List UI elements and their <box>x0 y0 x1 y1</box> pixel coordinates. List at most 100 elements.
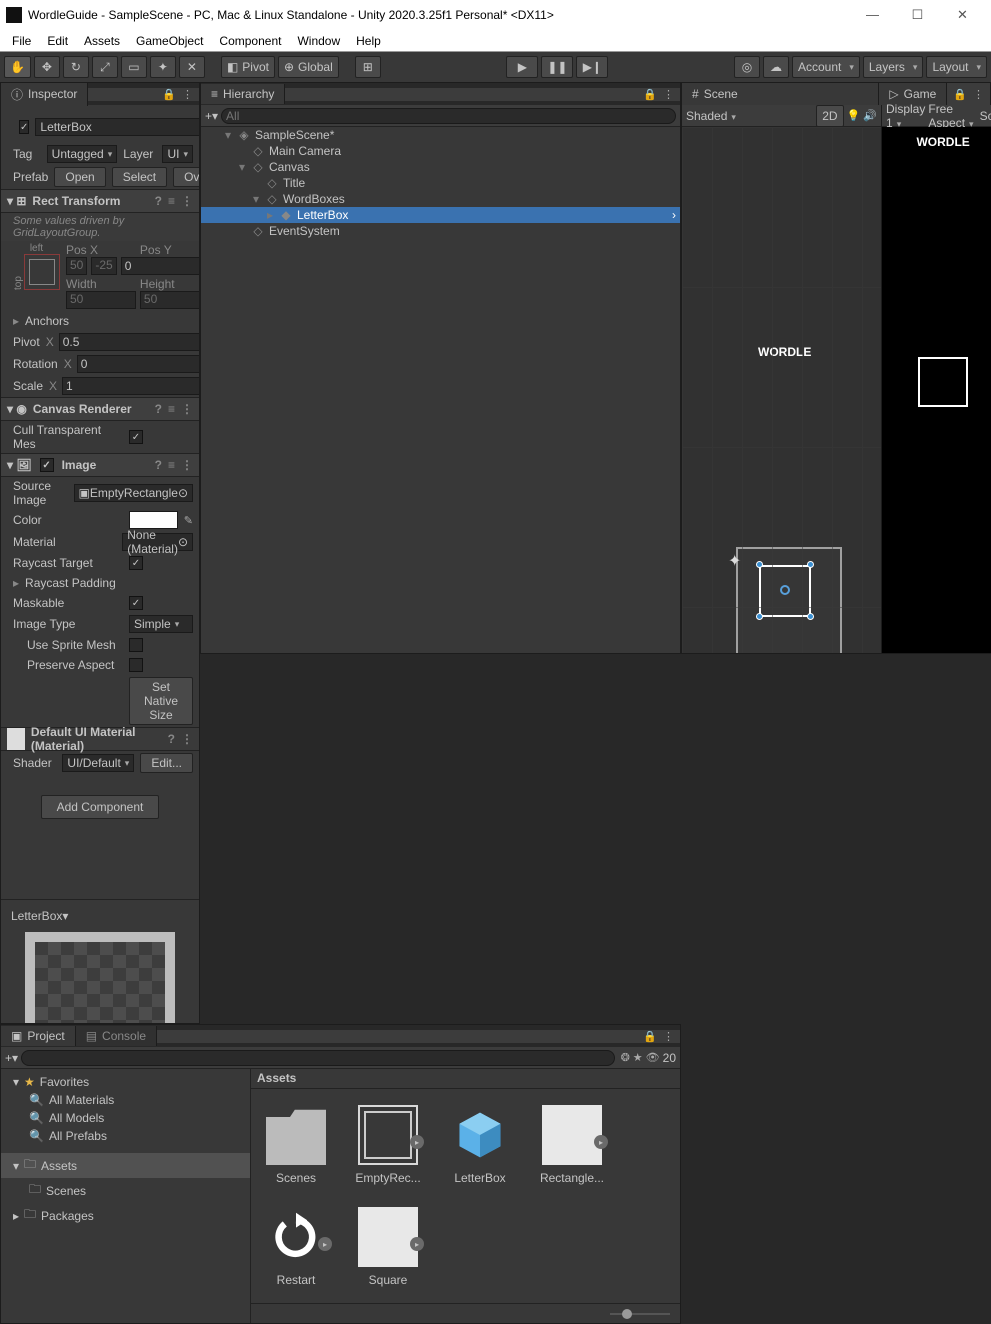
transform-tool-button[interactable]: ✦ <box>150 56 176 78</box>
pause-button[interactable]: ❚❚ <box>541 56 573 78</box>
rect-tool-button[interactable]: ▭ <box>121 56 147 78</box>
project-breadcrumb[interactable]: Assets <box>251 1069 680 1089</box>
height-input[interactable]: 50 <box>140 291 199 309</box>
menu-file[interactable]: File <box>6 32 37 50</box>
scale-tool-button[interactable]: ⤢ <box>92 56 118 78</box>
rect-transform-header[interactable]: ▾ ⊞ Rect Transform ?≡⋮ <box>1 189 199 213</box>
lock-icon[interactable]: 🔒 <box>162 88 176 101</box>
asset-item[interactable]: Scenes <box>261 1105 331 1185</box>
help-icon[interactable]: ? <box>155 194 162 208</box>
shaded-dropdown[interactable]: Shaded <box>686 109 736 123</box>
preset-icon[interactable]: ≡ <box>168 194 175 208</box>
scenes-folder-row[interactable]: 🗀Scenes <box>1 1178 250 1203</box>
aspect-dropdown[interactable]: Free Aspect <box>928 102 973 130</box>
snap-button[interactable]: ⊞ <box>355 56 381 78</box>
hierarchy-row[interactable]: ▸◆LetterBox› <box>201 207 680 223</box>
scene-view[interactable]: WORDLE ✦ <box>682 127 881 653</box>
collab-button[interactable]: ◎ <box>734 56 760 78</box>
menu-icon[interactable]: ⋮ <box>182 88 193 101</box>
asset-item[interactable]: ▸Rectangle... <box>537 1105 607 1185</box>
lock-icon[interactable]: 🔒 <box>643 1030 657 1043</box>
posz-input[interactable] <box>121 257 199 275</box>
scene-tab[interactable]: # Scene <box>682 83 879 105</box>
color-field[interactable] <box>129 511 178 529</box>
packages-folder-row[interactable]: ▸🗀Packages <box>1 1203 250 1228</box>
play-button[interactable]: ▶ <box>506 56 538 78</box>
hierarchy-tree[interactable]: ▾◈SampleScene*◇Main Camera▾◇Canvas◇Title… <box>201 127 680 653</box>
posy-input[interactable]: -25 <box>91 257 116 275</box>
tag-dropdown[interactable]: Untagged <box>47 145 118 163</box>
object-name-input[interactable] <box>35 118 199 136</box>
project-assets-grid[interactable]: Scenes ▸EmptyRec... LetterBox ▸Rectangle...… <box>251 1089 680 1303</box>
game-view[interactable]: WORDLE <box>882 127 991 653</box>
pivot-x-input[interactable] <box>59 333 199 351</box>
menu-assets[interactable]: Assets <box>78 32 126 50</box>
hierarchy-row[interactable]: ▾◇Canvas <box>201 159 680 175</box>
add-button[interactable]: +▾ <box>5 1051 18 1065</box>
move-tool-button[interactable]: ✥ <box>34 56 60 78</box>
active-checkbox[interactable]: ✓ <box>19 120 29 134</box>
layer-dropdown[interactable]: UI <box>162 145 193 163</box>
hidden-icon[interactable]: 👁 <box>646 1051 660 1064</box>
rotate-tool-button[interactable]: ↻ <box>63 56 89 78</box>
global-button[interactable]: ⊕Global <box>278 56 339 78</box>
preset-icon[interactable]: ≡ <box>168 458 175 472</box>
prefab-select-button[interactable]: Select <box>112 167 167 187</box>
all-models-row[interactable]: 🔍All Models <box>1 1109 250 1127</box>
menu-icon[interactable]: ⋮ <box>181 194 193 208</box>
asset-item[interactable]: ▸EmptyRec... <box>353 1105 423 1185</box>
set-native-size-button[interactable]: Set Native Size <box>129 677 193 725</box>
console-tab[interactable]: ▤ Console <box>76 1026 157 1046</box>
canvas-renderer-header[interactable]: ▾ ◉ Canvas Renderer ?≡⋮ <box>1 397 199 421</box>
menu-component[interactable]: Component <box>213 32 287 50</box>
hierarchy-row[interactable]: ▾◈SampleScene* <box>201 127 680 143</box>
posx-input[interactable]: 50 <box>66 257 87 275</box>
raycast-padding-fold[interactable]: ▸ <box>13 576 19 590</box>
add-button[interactable]: +▾ <box>205 109 218 123</box>
image-header[interactable]: ▾ 🖼 ✓Image ?≡⋮ <box>1 453 199 477</box>
asset-item[interactable]: LetterBox <box>445 1105 515 1185</box>
menu-help[interactable]: Help <box>350 32 387 50</box>
step-button[interactable]: ▶❙ <box>576 56 608 78</box>
help-icon[interactable]: ? <box>155 458 162 472</box>
thumbnail-size-slider[interactable] <box>251 1303 680 1323</box>
menu-window[interactable]: Window <box>291 32 346 50</box>
edit-shader-button[interactable]: Edit... <box>140 753 193 773</box>
hierarchy-search-input[interactable] <box>221 108 676 124</box>
help-icon[interactable]: ? <box>155 402 162 416</box>
lock-icon[interactable]: 🔒 <box>953 88 967 101</box>
lock-icon[interactable]: 🔒 <box>643 88 657 101</box>
menu-icon[interactable]: ⋮ <box>181 402 193 416</box>
hierarchy-row[interactable]: ◇EventSystem <box>201 223 680 239</box>
hierarchy-row[interactable]: ◇Title <box>201 175 680 191</box>
rot-x-input[interactable] <box>77 355 199 373</box>
menu-icon[interactable]: ⋮ <box>663 1030 674 1043</box>
maskable-checkbox[interactable]: ✓ <box>129 596 143 610</box>
menu-icon[interactable]: ⋮ <box>181 732 193 746</box>
prefab-open-button[interactable]: Open <box>54 167 105 187</box>
close-button[interactable]: ✕ <box>940 0 985 30</box>
sprite-mesh-checkbox[interactable] <box>129 638 143 652</box>
menu-icon[interactable]: ⋮ <box>663 88 674 101</box>
audio-icon[interactable]: 🔊 <box>863 109 877 122</box>
eyedropper-icon[interactable]: ✎ <box>184 514 193 527</box>
project-tree[interactable]: ▾★Favorites 🔍All Materials 🔍All Models 🔍… <box>1 1069 251 1323</box>
anchor-preset-button[interactable] <box>24 254 60 290</box>
image-type-dropdown[interactable]: Simple <box>129 615 193 633</box>
source-image-field[interactable]: ▣ EmptyRectangle⊙ <box>74 484 193 502</box>
all-materials-row[interactable]: 🔍All Materials <box>1 1091 250 1109</box>
material-field[interactable]: None (Material)⊙ <box>122 533 193 551</box>
project-tab[interactable]: ▣ Project <box>1 1026 76 1046</box>
layout-button[interactable]: Layout <box>926 56 987 78</box>
add-component-button[interactable]: Add Component <box>41 795 159 819</box>
preset-icon[interactable]: ≡ <box>168 402 175 416</box>
asset-item[interactable]: ▸Restart <box>261 1207 331 1287</box>
display-dropdown[interactable]: Display 1 <box>886 102 925 130</box>
preserve-aspect-checkbox[interactable] <box>129 658 143 672</box>
cloud-button[interactable]: ☁ <box>763 56 789 78</box>
image-enable-checkbox[interactable]: ✓ <box>40 458 54 472</box>
light-icon[interactable]: 💡 <box>847 109 861 122</box>
inspector-tab[interactable]: ⓘ Inspector <box>1 83 88 106</box>
hierarchy-tab[interactable]: ≡ Hierarchy <box>201 84 285 104</box>
favorite-icon[interactable]: ★ <box>633 1051 643 1064</box>
